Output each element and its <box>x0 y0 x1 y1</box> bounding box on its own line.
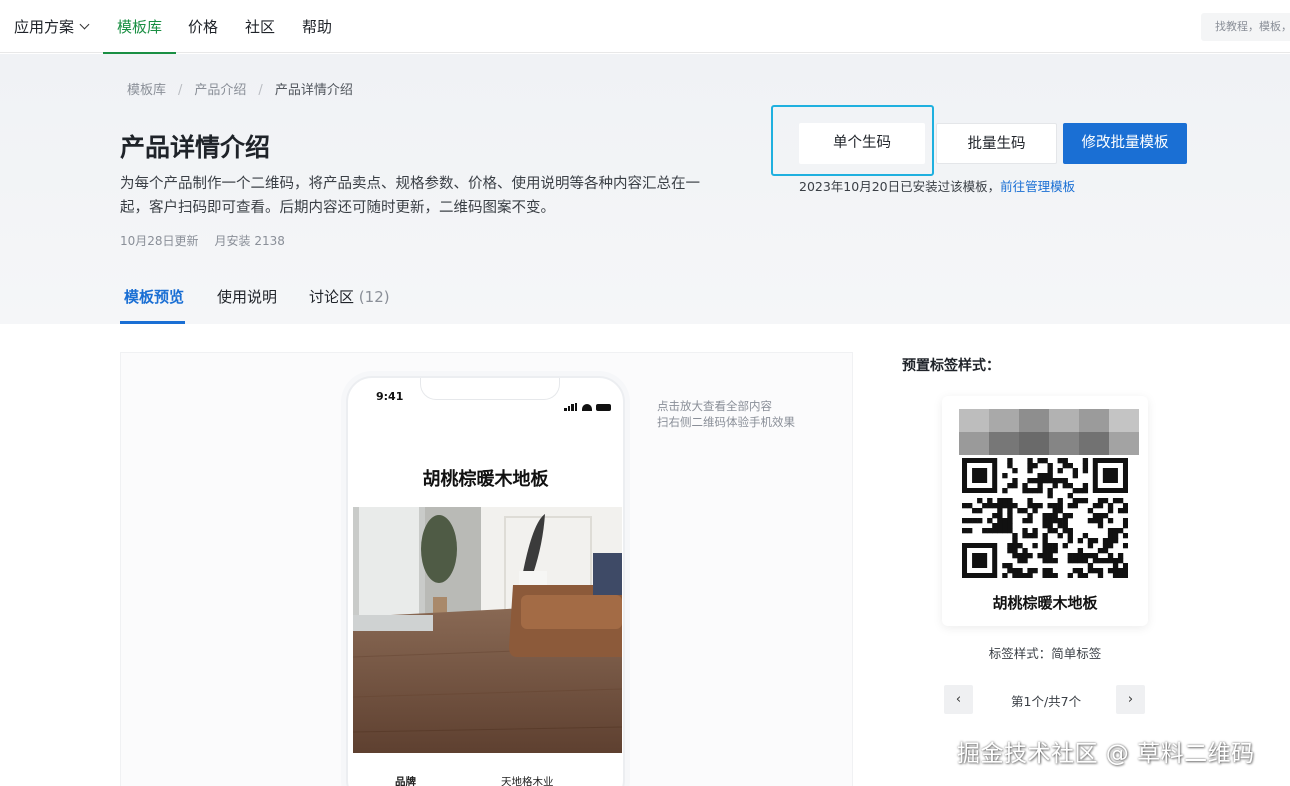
spec-value: 天地格木业 <box>501 776 554 786</box>
nav-item-solutions[interactable]: 应用方案 <box>14 0 90 53</box>
search-input[interactable]: 找教程，模板， <box>1201 13 1290 41</box>
updated-date: 10月28日更新 <box>120 234 199 248</box>
top-nav: 应用方案 模板库 价格 社区 帮助 找教程，模板， <box>0 0 1290 54</box>
nav-item-label: 价格 <box>188 18 219 36</box>
install-note-text: 2023年10月20日已安装过该模板， <box>799 179 1001 194</box>
tab-label: 讨论区 <box>309 288 355 306</box>
phone-status-icons <box>564 392 611 411</box>
hint-line: 扫右侧二维码体验手机效果 <box>657 415 795 429</box>
product-photo <box>353 507 622 753</box>
next-style-button[interactable]: › <box>1116 685 1145 714</box>
nav-item-label: 模板库 <box>117 18 163 36</box>
signal-icon <box>564 392 578 411</box>
single-generate-button[interactable]: 单个生码 <box>799 123 925 164</box>
chevron-down-icon <box>79 19 90 30</box>
manage-template-link[interactable]: 前往管理模板 <box>1000 179 1075 194</box>
preset-label-title: 预置标签样式： <box>902 358 1000 374</box>
qr-code-image <box>962 458 1128 578</box>
label-preview-card[interactable]: 胡桃棕暖木地板 <box>942 396 1148 626</box>
tab-label: 使用说明 <box>217 288 278 306</box>
battery-icon <box>596 404 611 411</box>
chevron-right-icon: › <box>1127 692 1134 707</box>
breadcrumb-item-library[interactable]: 模板库 <box>127 83 166 98</box>
breadcrumb-separator: / <box>178 83 183 98</box>
breadcrumb-item-category[interactable]: 产品介绍 <box>194 83 246 98</box>
active-tab-indicator <box>120 321 185 324</box>
spec-key: 品牌 <box>395 776 416 786</box>
breadcrumb-separator: / <box>258 83 263 98</box>
batch-generate-button[interactable]: 批量生码 <box>936 123 1057 164</box>
template-meta: 10月28日更新 月安装 2138 <box>120 232 285 249</box>
discussion-count: (12) <box>358 288 390 306</box>
label-style-caption: 标签样式：简单标签 <box>988 646 1102 661</box>
edit-batch-template-button[interactable]: 修改批量模板 <box>1063 123 1187 164</box>
nav-item-help[interactable]: 帮助 <box>302 0 332 53</box>
nav-item-pricing[interactable]: 价格 <box>188 0 218 53</box>
label-product-name: 胡桃棕暖木地板 <box>992 594 1098 612</box>
product-title: 胡桃棕暖木地板 <box>422 469 549 490</box>
tab-instructions[interactable]: 使用说明 <box>217 286 277 307</box>
install-note: 2023年10月20日已安装过该模板，前往管理模板 <box>799 176 1075 195</box>
page-description: 为每个产品制作一个二维码，将产品卖点、规格参数、价格、使用说明等各种内容汇总在一… <box>120 176 700 216</box>
nav-item-templates[interactable]: 模板库 <box>102 0 177 54</box>
phone-preview[interactable]: 9:41 胡桃棕暖木地板 品牌 天地格木业 <box>346 376 625 786</box>
tab-label: 模板预览 <box>124 288 185 306</box>
tab-preview[interactable]: 模板预览 <box>124 286 184 307</box>
style-pager-text: 第1个/共7个 <box>1011 694 1082 709</box>
phone-clock: 9:41 <box>376 390 404 403</box>
template-header: 模板库 / 产品介绍 / 产品详情介绍 产品详情介绍 为每个产品制作一个二维码，将产品卖… <box>0 54 1290 324</box>
chevron-left-icon: ‹ <box>955 692 962 707</box>
nav-item-label: 帮助 <box>302 18 333 36</box>
nav-item-label: 应用方案 <box>14 18 75 36</box>
phone-notch <box>420 378 560 400</box>
nav-item-label: 社区 <box>245 18 276 36</box>
wifi-icon <box>582 404 592 411</box>
watermark: 掘金技术社区 @ 草料二维码 <box>957 741 1255 767</box>
blurred-header-image <box>959 409 1139 455</box>
page-title: 产品详情介绍 <box>120 133 271 162</box>
tab-discussion[interactable]: 讨论区 (12) <box>309 286 390 307</box>
nav-item-community[interactable]: 社区 <box>245 0 275 53</box>
hint-line: 点击放大查看全部内容 <box>657 399 772 413</box>
install-count: 月安装 2138 <box>214 234 285 248</box>
preview-hint: 点击放大查看全部内容 扫右侧二维码体验手机效果 <box>657 398 795 430</box>
breadcrumb-item-current: 产品详情介绍 <box>274 83 353 98</box>
prev-style-button[interactable]: ‹ <box>944 685 973 714</box>
breadcrumb: 模板库 / 产品介绍 / 产品详情介绍 <box>127 79 353 98</box>
